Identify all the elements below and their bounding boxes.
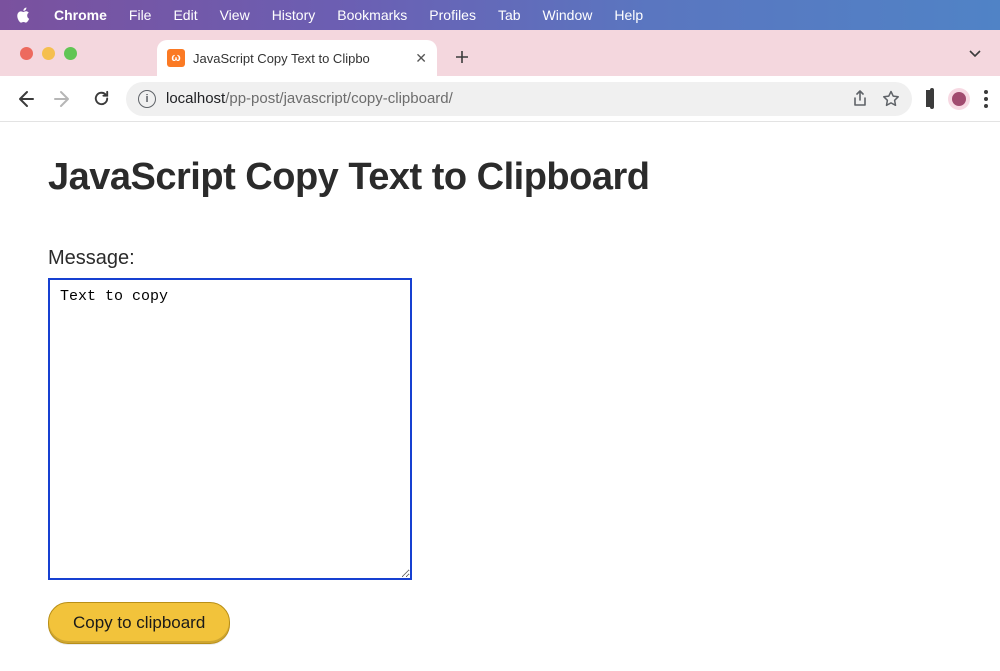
menu-edit[interactable]: Edit: [173, 7, 197, 23]
bookmark-star-icon[interactable]: [882, 90, 900, 108]
browser-toolbar: i localhost/pp-post/javascript/copy-clip…: [0, 76, 1000, 122]
forward-button[interactable]: [50, 86, 76, 112]
menu-profiles[interactable]: Profiles: [429, 7, 476, 23]
url-display: localhost/pp-post/javascript/copy-clipbo…: [166, 90, 453, 107]
menu-window[interactable]: Window: [543, 7, 593, 23]
menu-view[interactable]: View: [220, 7, 250, 23]
url-path: /pp-post/javascript/copy-clipboard/: [225, 90, 453, 107]
reload-button[interactable]: [88, 86, 114, 112]
window-zoom-button[interactable]: [64, 47, 77, 60]
toolbar-right-icons: [930, 88, 988, 110]
side-panel-icon[interactable]: [930, 90, 934, 108]
new-tab-button[interactable]: [447, 42, 477, 72]
back-button[interactable]: [12, 86, 38, 112]
menu-help[interactable]: Help: [614, 7, 643, 23]
browser-tabstrip: ω JavaScript Copy Text to Clipbo ✕: [0, 30, 1000, 76]
window-minimize-button[interactable]: [42, 47, 55, 60]
macos-menubar: Chrome File Edit View History Bookmarks …: [0, 0, 1000, 30]
window-close-button[interactable]: [20, 47, 33, 60]
tab-close-icon[interactable]: ✕: [415, 51, 427, 65]
tab-favicon-icon: ω: [167, 49, 185, 67]
menu-file[interactable]: File: [129, 7, 152, 23]
message-label: Message:: [48, 247, 952, 270]
tab-title: JavaScript Copy Text to Clipbo: [193, 51, 407, 66]
menu-tab[interactable]: Tab: [498, 7, 521, 23]
menu-history[interactable]: History: [272, 7, 316, 23]
menubar-app-name[interactable]: Chrome: [54, 7, 107, 23]
page-content: JavaScript Copy Text to Clipboard Messag…: [0, 122, 1000, 671]
page-heading: JavaScript Copy Text to Clipboard: [48, 156, 952, 199]
url-host: localhost: [166, 90, 225, 107]
apple-menu-icon[interactable]: [16, 7, 32, 23]
address-bar[interactable]: i localhost/pp-post/javascript/copy-clip…: [126, 82, 912, 116]
copy-to-clipboard-button[interactable]: Copy to clipboard: [48, 602, 230, 644]
share-icon[interactable]: [852, 90, 868, 108]
tabs-overflow-icon[interactable]: [968, 46, 982, 60]
browser-tab-active[interactable]: ω JavaScript Copy Text to Clipbo ✕: [157, 40, 437, 76]
profile-avatar-icon[interactable]: [948, 88, 970, 110]
menu-bookmarks[interactable]: Bookmarks: [337, 7, 407, 23]
site-info-icon[interactable]: i: [138, 90, 156, 108]
window-controls: [20, 30, 77, 76]
message-textarea[interactable]: Text to copy: [48, 278, 412, 580]
chrome-menu-icon[interactable]: [984, 90, 988, 108]
